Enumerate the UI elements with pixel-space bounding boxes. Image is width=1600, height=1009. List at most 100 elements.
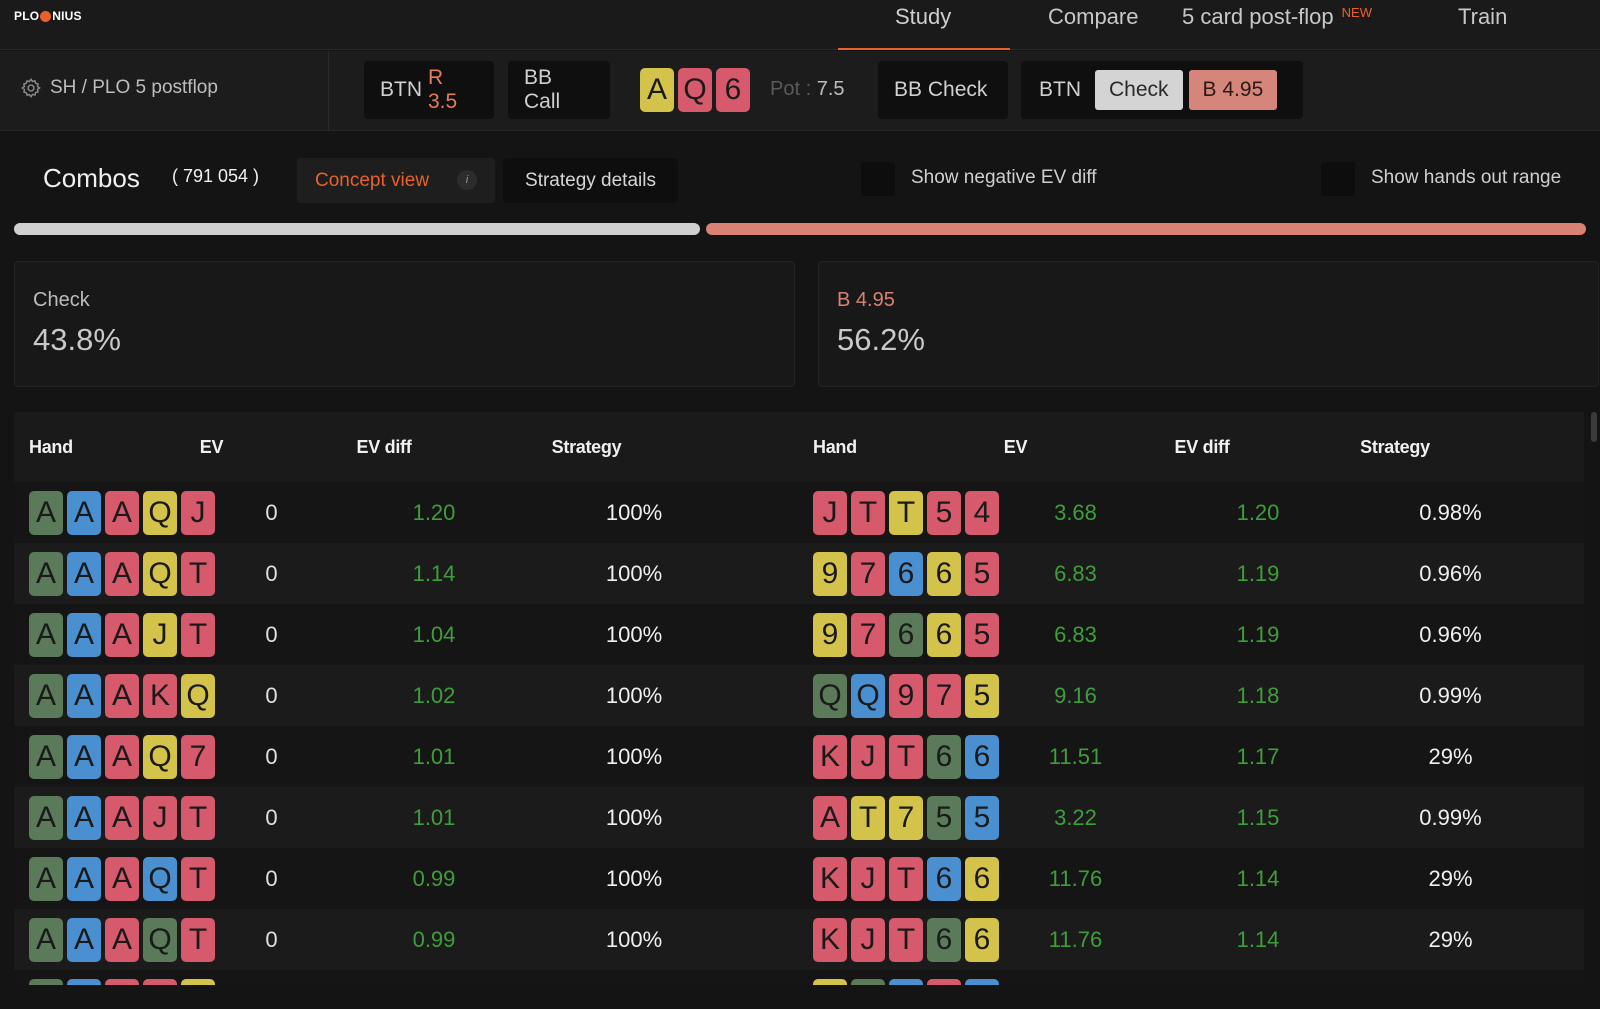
hand-cell: JTT54 bbox=[798, 490, 1038, 535]
card: T bbox=[181, 917, 215, 962]
table-row[interactable]: A A A K Q 0 1.02 100% bbox=[14, 665, 799, 726]
card: T bbox=[181, 795, 215, 840]
strategy-cell: 29% bbox=[1428, 926, 1473, 952]
hand-cell: AAAJT bbox=[14, 612, 254, 657]
col-ev[interactable]: EV bbox=[918, 437, 1113, 458]
table-row[interactable]: J T T 5 4 3.68 1.20 0.98% bbox=[798, 482, 1584, 543]
card: Q bbox=[851, 673, 885, 718]
card: J bbox=[851, 856, 885, 901]
col-strategy[interactable]: Strategy bbox=[479, 437, 694, 458]
active-tab-underline bbox=[838, 48, 1010, 50]
tab-study[interactable]: Study bbox=[895, 4, 951, 30]
strategy-cell: 0.98% bbox=[1419, 499, 1482, 525]
check-combos-table: Hand EV EV diff Strategy A A A Q J 0 1.20 100% A… bbox=[14, 412, 799, 997]
strategy-cell: 100% bbox=[605, 682, 663, 708]
bet-table-body: J T T 5 4 3.68 1.20 0.98% 9 7 6 6 5 6.83 1.19 0.96% 9 7 6 6… bbox=[798, 482, 1584, 997]
strategy-cell: 100% bbox=[605, 804, 663, 830]
combos-count: ( 791 054 ) bbox=[172, 166, 260, 186]
col-ev-diff[interactable]: EV diff bbox=[1113, 437, 1291, 458]
summary-bet-label: B 4.95 bbox=[837, 289, 895, 311]
card: A bbox=[813, 795, 847, 840]
tab-compare[interactable]: Compare bbox=[1048, 4, 1138, 30]
col-ev[interactable]: EV bbox=[134, 437, 289, 458]
table-row[interactable]: A A A J T 0 1.04 100% bbox=[14, 604, 799, 665]
table-row[interactable]: A A A Q J 0 1.20 100% bbox=[14, 482, 799, 543]
ev-diff-cell: 1.14 bbox=[1236, 865, 1280, 891]
table-row[interactable]: K J T 6 6 11.76 1.14 29% bbox=[798, 909, 1584, 970]
table-row[interactable]: 9 7 6 6 5 6.83 1.19 0.96% bbox=[798, 604, 1584, 665]
new-badge: NEW bbox=[1341, 5, 1372, 20]
ev-cell: 0 bbox=[265, 865, 278, 891]
info-icon[interactable]: i bbox=[457, 170, 477, 190]
table-row[interactable]: Q Q 9 7 5 9.16 1.18 0.99% bbox=[798, 665, 1584, 726]
ev-cell: 0 bbox=[265, 560, 278, 586]
table-row[interactable]: K J T 6 6 11.76 1.14 29% bbox=[798, 848, 1584, 909]
card: A bbox=[29, 856, 63, 901]
table-row[interactable]: A A A Q T 0 1.14 100% bbox=[14, 543, 799, 604]
out-range-checkbox[interactable] bbox=[1321, 162, 1355, 196]
ev-diff-cell: 1.14 bbox=[412, 560, 456, 586]
concept-view-button[interactable]: Concept view i bbox=[297, 158, 495, 203]
ev-cell: 0 bbox=[265, 926, 278, 952]
col-ev-diff[interactable]: EV diff bbox=[289, 437, 479, 458]
hand-cell: 97665 bbox=[798, 612, 1038, 657]
card: A bbox=[67, 673, 101, 718]
hand-cell: KJT66 bbox=[798, 917, 1038, 962]
ev-cell: 6.83 bbox=[1054, 621, 1097, 647]
hand-cards: AAAJT bbox=[29, 795, 254, 840]
table-row[interactable]: K J T 6 6 11.51 1.17 29% bbox=[798, 726, 1584, 787]
col-strategy[interactable]: Strategy bbox=[1291, 437, 1499, 458]
card: A bbox=[29, 490, 63, 535]
action-btn-raise-size: R 3.5 bbox=[428, 66, 458, 113]
card: Q bbox=[143, 917, 177, 962]
ev-diff-cell: 1.17 bbox=[1236, 743, 1280, 769]
strategy-details-button[interactable]: Strategy details bbox=[503, 158, 678, 203]
card: A bbox=[105, 795, 139, 840]
strategy-cell: 100% bbox=[605, 499, 663, 525]
scrollbar[interactable] bbox=[1591, 412, 1597, 442]
action-btn-label: BTN bbox=[380, 78, 422, 101]
breadcrumb[interactable]: SH / PLO 5 postflop bbox=[20, 77, 218, 99]
strategy-cell: 100% bbox=[605, 743, 663, 769]
card: A bbox=[105, 917, 139, 962]
card: A bbox=[29, 551, 63, 596]
logo-dot-icon bbox=[40, 10, 52, 22]
table-row[interactable]: 9 7 6 6 5 6.83 1.19 0.96% bbox=[798, 543, 1584, 604]
strategy-cell: 29% bbox=[1428, 743, 1473, 769]
app-logo[interactable]: PLO NIUS bbox=[14, 9, 82, 23]
card: J bbox=[851, 917, 885, 962]
action-btn-raise[interactable]: BTN R 3.5 bbox=[364, 61, 494, 119]
table-row[interactable]: A A A Q 7 0 1.01 100% bbox=[14, 726, 799, 787]
table-row[interactable]: A A A Q T 0 0.99 100% bbox=[14, 909, 799, 970]
hand-cell: AAAQ7 bbox=[14, 734, 254, 779]
card: 6 bbox=[927, 612, 961, 657]
ev-diff-cell: 1.02 bbox=[412, 682, 456, 708]
board-card: A bbox=[640, 68, 674, 112]
ev-cell: 0 bbox=[265, 682, 278, 708]
negative-ev-checkbox[interactable] bbox=[861, 162, 895, 196]
ev-cell: 11.76 bbox=[1048, 926, 1103, 952]
pot-display: Pot : 7.5 bbox=[770, 78, 845, 101]
table-row[interactable]: A T 7 5 5 3.22 1.15 0.99% bbox=[798, 787, 1584, 848]
table-row[interactable]: A A A J T 0 1.01 100% bbox=[14, 787, 799, 848]
ev-diff-cell: 1.01 bbox=[412, 743, 456, 769]
action-bb-call[interactable]: BB Call bbox=[508, 61, 610, 119]
current-player: BTN bbox=[1039, 78, 1081, 101]
card: 5 bbox=[965, 612, 999, 657]
card: 5 bbox=[927, 795, 961, 840]
tab-train[interactable]: Train bbox=[1458, 4, 1507, 30]
col-hand[interactable]: Hand bbox=[798, 437, 918, 458]
hand-cards: KJT66 bbox=[813, 856, 1038, 901]
action-bb-check[interactable]: BB Check bbox=[878, 61, 1008, 119]
card: J bbox=[181, 490, 215, 535]
card: 6 bbox=[927, 734, 961, 779]
option-bet-button[interactable]: B 4.95 bbox=[1188, 70, 1278, 110]
option-check-button[interactable]: Check bbox=[1095, 70, 1183, 110]
table-row[interactable]: A A A Q T 0 0.99 100% bbox=[14, 848, 799, 909]
tab-5-card-postflop[interactable]: 5 card post-flop NEW bbox=[1182, 4, 1372, 30]
card: J bbox=[143, 795, 177, 840]
hand-cards: QQ975 bbox=[813, 673, 1038, 718]
col-hand[interactable]: Hand bbox=[14, 437, 134, 458]
card: A bbox=[67, 795, 101, 840]
hand-cell: KJT66 bbox=[798, 856, 1038, 901]
